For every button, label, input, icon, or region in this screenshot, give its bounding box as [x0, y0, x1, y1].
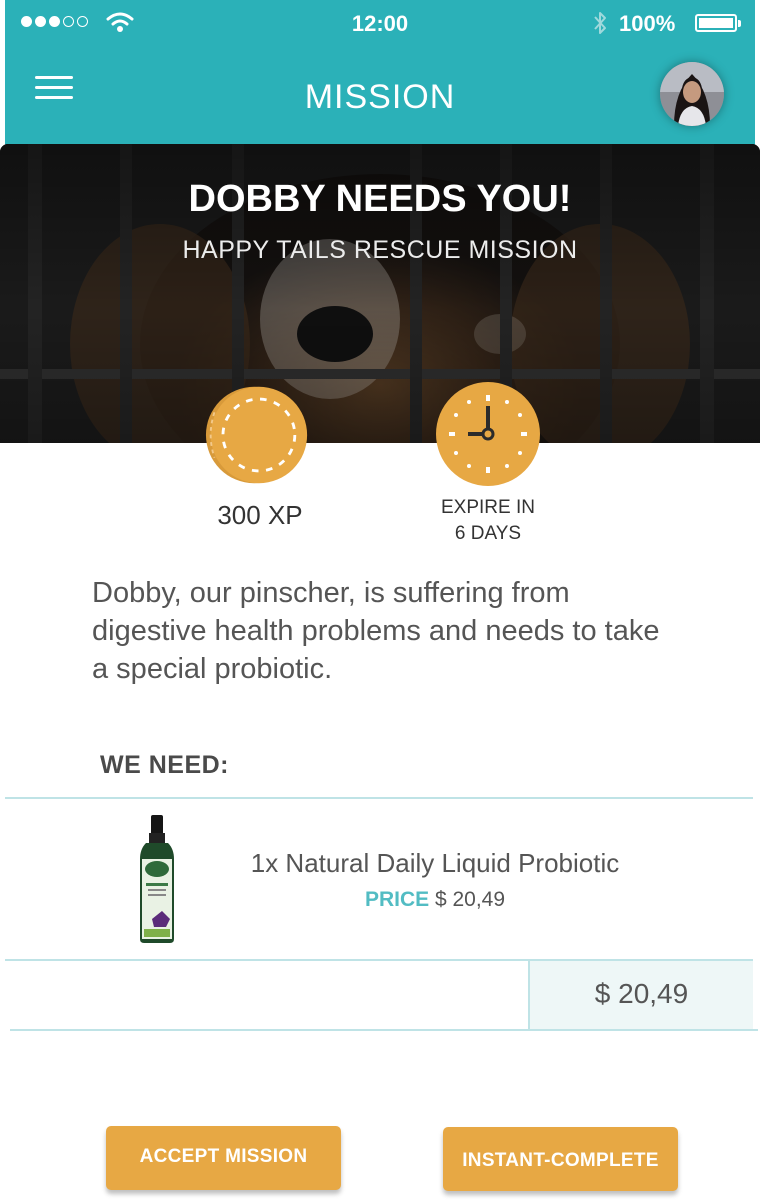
battery-percent: 100% [619, 11, 676, 36]
expire-line-1: EXPIRE IN [441, 497, 535, 518]
hero-title: DOBBY NEEDS YOU! [188, 178, 572, 220]
app-header: 12:00 100% MISSION [5, 0, 755, 145]
product-image [140, 815, 174, 943]
product-price: PRICE $ 20,49 [200, 888, 670, 912]
instant-complete-button[interactable]: INSTANT-COMPLETE [443, 1127, 678, 1191]
hero-subtitle: HAPPY TAILS RESCUE MISSION [182, 236, 578, 264]
coin-icon [205, 386, 308, 484]
price-value: $ 20,49 [434, 888, 506, 911]
divider [10, 1029, 758, 1031]
clock-icon [436, 382, 540, 486]
expire-countdown: EXPIRE IN 6 DAYS [408, 495, 568, 547]
status-bar: 12:00 100% [5, 0, 755, 48]
battery-icon [695, 14, 741, 32]
divider [5, 797, 753, 799]
mission-description: Dobby, our pinscher, is suffering from d… [92, 577, 660, 685]
user-avatar[interactable] [660, 62, 724, 126]
bluetooth-icon [594, 12, 606, 34]
hero-banner: DOBBY NEEDS YOU! HAPPY TAILS RESCUE MISS… [0, 144, 760, 443]
total-price: $ 20,49 [528, 961, 753, 1029]
we-need-heading: WE NEED: [100, 751, 229, 779]
accept-mission-button[interactable]: ACCEPT MISSION [106, 1126, 341, 1190]
product-name: 1x Natural Daily Liquid Probiotic [250, 848, 620, 878]
xp-reward: 300 XP [217, 500, 303, 530]
expire-line-2: 6 DAYS [454, 523, 522, 544]
page-title: MISSION [304, 78, 456, 116]
price-label: PRICE [364, 888, 430, 911]
